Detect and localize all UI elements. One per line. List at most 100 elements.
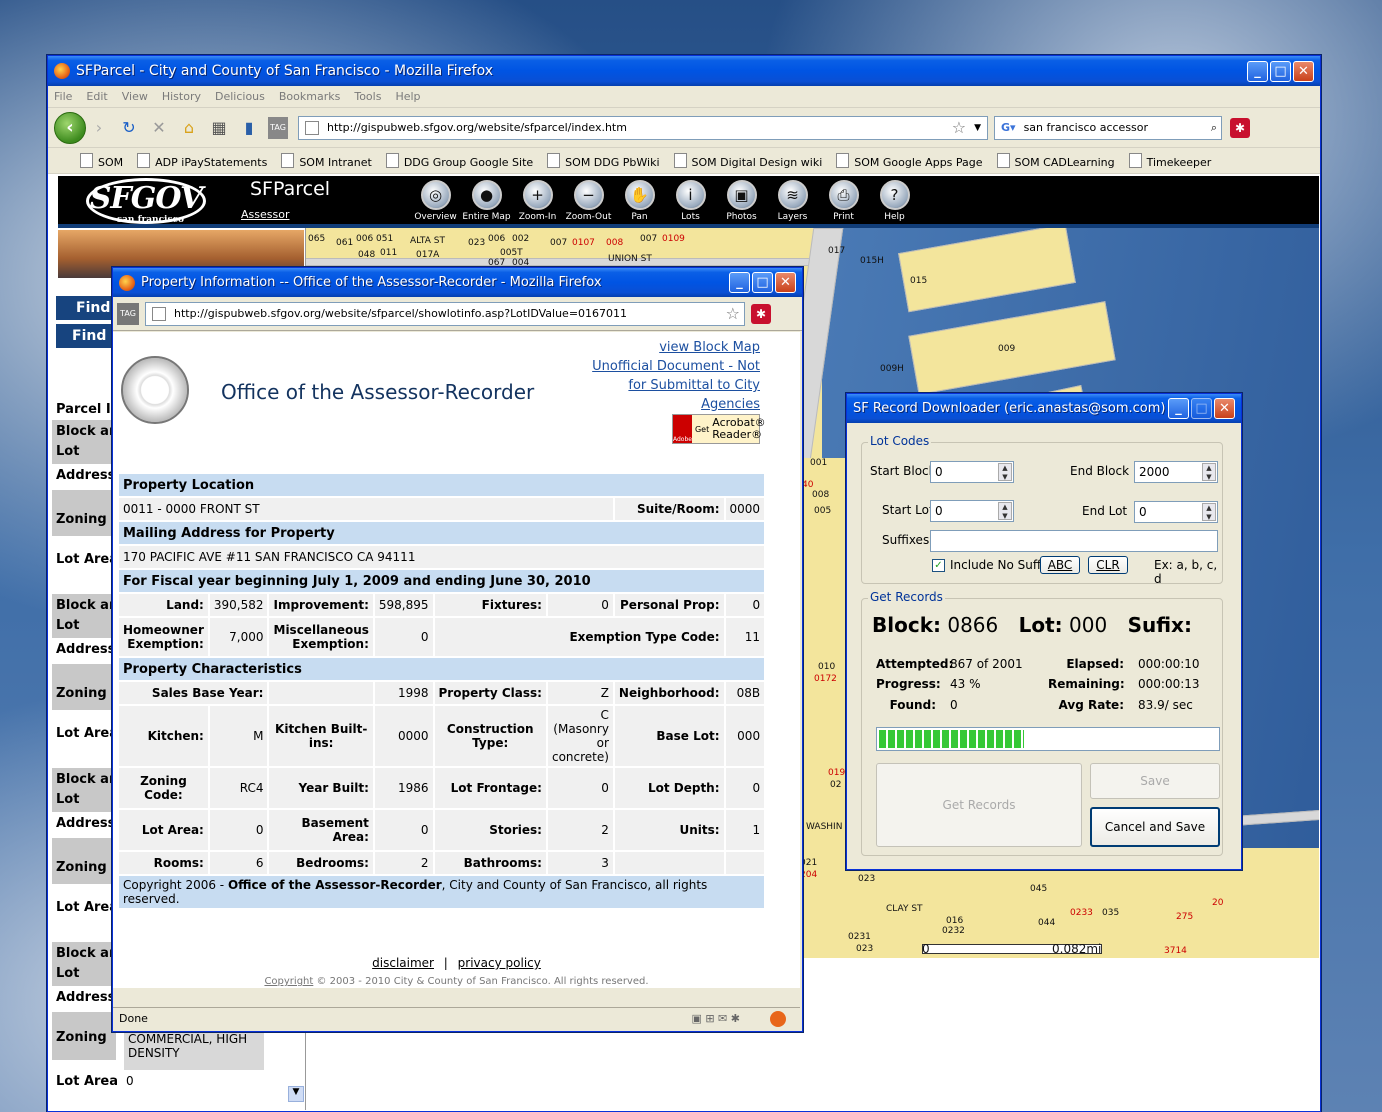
copyright-pre: Copyright 2006 -: [123, 878, 228, 892]
addon-icon[interactable]: ✱: [1230, 117, 1250, 138]
find-button[interactable]: Find: [56, 296, 118, 320]
bookmark-item[interactable]: SOM CADLearning: [997, 153, 1115, 169]
privacy-link[interactable]: privacy policy: [458, 956, 541, 970]
bookmark-item[interactable]: Timekeeper: [1129, 153, 1212, 169]
scroll-down-arrow[interactable]: ▼: [288, 1086, 304, 1102]
maximize-button[interactable]: □: [1270, 60, 1291, 82]
close-button[interactable]: ✕: [775, 272, 796, 293]
search-icon[interactable]: ⌕: [1211, 121, 1217, 135]
popup-url-bar[interactable]: http://gispubweb.sfgov.org/website/sfpar…: [145, 301, 745, 326]
sufix-label: Sufix:: [1127, 613, 1192, 637]
bookmark-item[interactable]: DDG Group Google Site: [386, 153, 533, 169]
tool-print[interactable]: ⎙ Print: [818, 180, 869, 222]
bookmark-item[interactable]: SOM Intranet: [281, 153, 371, 169]
elapsed-value: 000:00:10: [1138, 657, 1200, 671]
lot-area-value: 0: [207, 808, 270, 852]
close-button[interactable]: ✕: [1293, 60, 1314, 82]
back-button[interactable]: ‹: [54, 111, 86, 144]
bookmark-item[interactable]: SOM Google Apps Page: [836, 153, 982, 169]
copyright-link[interactable]: Copyright: [264, 976, 313, 987]
maximize-button[interactable]: □: [1191, 398, 1212, 419]
view-block-map-link[interactable]: view Block Map: [592, 338, 760, 357]
stop-icon[interactable]: ✕: [148, 117, 170, 139]
bookmark-item[interactable]: SOM DDG PbWiki: [547, 153, 659, 169]
url-dropdown-icon[interactable]: ▼: [974, 123, 981, 133]
tool-zoom-in[interactable]: + Zoom-In: [512, 180, 563, 222]
minimize-button[interactable]: _: [729, 272, 750, 293]
spinner-arrows-icon[interactable]: ▲ ▼: [998, 502, 1012, 520]
start-lot-spinner[interactable]: 0 ▲ ▼: [930, 500, 1014, 522]
menu-view[interactable]: View: [122, 90, 148, 103]
url-bar[interactable]: http://gispubweb.sfgov.org/website/sfpar…: [298, 115, 988, 140]
popup-title-bar[interactable]: Property Information -- Office of the As…: [113, 268, 802, 297]
tool-photos[interactable]: ▣ Photos: [716, 180, 767, 222]
title-bar[interactable]: SFParcel - City and County of San Franci…: [48, 56, 1320, 86]
addon-icon[interactable]: ✱: [751, 303, 771, 324]
minimize-button[interactable]: _: [1247, 60, 1268, 82]
find-by-button[interactable]: Find B: [56, 324, 118, 348]
menu-bookmarks[interactable]: Bookmarks: [279, 90, 340, 103]
sidebar-icon[interactable]: ▮: [238, 117, 260, 139]
search-box[interactable]: G▾ san francisco accessor ⌕: [994, 115, 1222, 140]
menu-delicious[interactable]: Delicious: [215, 90, 265, 103]
acrobat-reader-badge[interactable]: Adobe Get Acrobat® Reader®: [672, 414, 766, 444]
spinner-arrows-icon[interactable]: ▲ ▼: [1202, 503, 1216, 521]
screenshot-icon[interactable]: ▦: [208, 117, 230, 139]
submittal-link[interactable]: for Submittal to City: [592, 376, 760, 395]
map-label: ALTA ST: [410, 236, 445, 246]
base-lot-label: Base Lot:: [612, 704, 726, 768]
exemption-type-value: 11: [723, 616, 767, 658]
left-panel-row: Block an: [56, 424, 119, 439]
abc-button[interactable]: ABC: [1040, 556, 1080, 574]
bookmark-star-icon[interactable]: ☆: [726, 304, 740, 323]
cancel-and-save-button[interactable]: Cancel and Save: [1090, 807, 1220, 847]
map-label: 023: [468, 238, 486, 248]
tool-pan[interactable]: ✋ Pan: [614, 180, 665, 222]
map-label: 017: [828, 246, 846, 256]
maximize-button[interactable]: □: [752, 272, 773, 293]
tool-entire-map[interactable]: ● Entire Map: [461, 180, 512, 222]
home-icon[interactable]: ⌂: [178, 117, 200, 139]
suffixes-input[interactable]: [930, 530, 1218, 552]
tool-zoom-out[interactable]: − Zoom-Out: [563, 180, 614, 222]
sfgov-logo[interactable]: SFGOV san francisco: [86, 178, 206, 225]
reload-icon[interactable]: ↻: [118, 117, 140, 139]
tool-overview[interactable]: ◎ Overview: [410, 180, 461, 222]
bookmark-star-icon[interactable]: ☆: [952, 118, 966, 137]
bookmark-item[interactable]: SOM: [80, 153, 123, 169]
tool-lots[interactable]: i Lots: [665, 180, 716, 222]
start-block-spinner[interactable]: 0 ▲ ▼: [930, 461, 1014, 483]
tool-layers[interactable]: ≋ Layers: [767, 180, 818, 222]
menu-help[interactable]: Help: [395, 90, 420, 103]
assessor-link[interactable]: Assessor: [241, 208, 289, 221]
bookmark-item[interactable]: SOM Digital Design wiki: [674, 153, 823, 169]
menu-tools[interactable]: Tools: [354, 90, 381, 103]
spinner-arrows-icon[interactable]: ▲ ▼: [1202, 463, 1216, 481]
map-label: 005T: [500, 248, 523, 258]
menu-history[interactable]: History: [162, 90, 201, 103]
tool-label: Pan: [631, 212, 648, 222]
tool-help[interactable]: ? Help: [869, 180, 920, 222]
downloader-title-bar[interactable]: SF Record Downloader (eric.anastas@som.c…: [847, 394, 1241, 423]
menu-edit[interactable]: Edit: [86, 90, 107, 103]
personal-prop-value: 0: [723, 592, 767, 618]
end-block-spinner[interactable]: 2000 ▲ ▼: [1134, 461, 1218, 483]
tag-icon[interactable]: TAG: [268, 116, 288, 139]
forward-button[interactable]: ›: [88, 117, 110, 139]
include-no-suffix-checkbox[interactable]: ✓: [932, 559, 945, 572]
save-button[interactable]: Save: [1090, 763, 1220, 799]
map-label: 065: [308, 234, 326, 244]
minimize-button[interactable]: _: [1168, 398, 1189, 419]
disclaimer-link[interactable]: disclaimer: [372, 956, 434, 970]
remaining-label: Remaining:: [1048, 677, 1125, 691]
unofficial-document-link[interactable]: Unofficial Document - Not: [592, 357, 760, 376]
menu-file[interactable]: File: [54, 90, 72, 103]
clr-button[interactable]: CLR: [1088, 556, 1128, 574]
agencies-link[interactable]: Agencies: [592, 395, 760, 414]
close-button[interactable]: ✕: [1214, 398, 1235, 419]
tag-icon[interactable]: TAG: [117, 302, 139, 325]
spinner-arrows-icon[interactable]: ▲ ▼: [998, 463, 1012, 481]
end-lot-spinner[interactable]: 0 ▲ ▼: [1134, 501, 1218, 523]
bookmark-item[interactable]: ADP iPayStatements: [137, 153, 267, 169]
get-records-button[interactable]: Get Records: [876, 763, 1082, 847]
